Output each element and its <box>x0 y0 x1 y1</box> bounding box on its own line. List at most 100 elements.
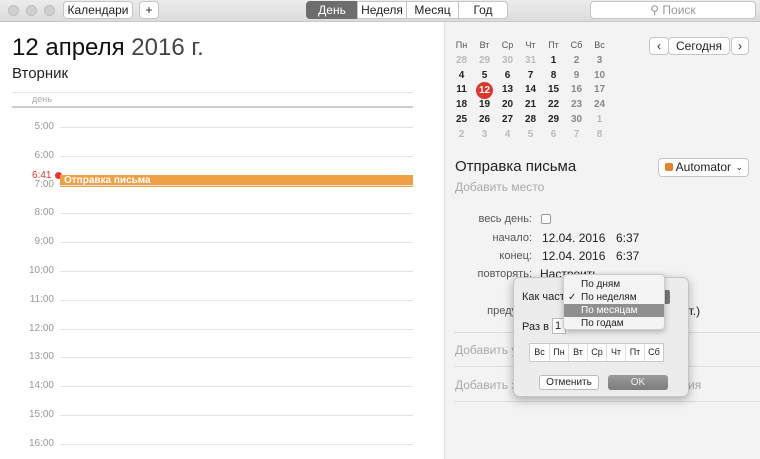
search-input[interactable]: ⚲ Поиск <box>590 1 756 19</box>
weekday-toggle[interactable]: Вс <box>530 344 549 361</box>
weekday-header: Пн <box>455 40 468 50</box>
calendar-day[interactable]: 29 <box>473 55 496 66</box>
hour-line <box>60 357 413 359</box>
calendar-day[interactable]: 27 <box>496 114 519 125</box>
hour-line <box>60 443 413 445</box>
prev-button[interactable]: ‹ <box>649 37 669 55</box>
menu-item[interactable]: По годам <box>564 317 664 330</box>
checkmark-icon: ✓ <box>568 292 577 303</box>
calendar-day[interactable]: 4 <box>450 70 473 81</box>
toolbar: Календари + День Неделя Месяц Год ⚲ Поис… <box>0 0 760 22</box>
calendar-day[interactable]: 30 <box>496 55 519 66</box>
add-event-button[interactable]: + <box>139 1 159 19</box>
weekday-toggle[interactable]: Чт <box>606 344 625 361</box>
calendar-day[interactable]: 30 <box>565 114 588 125</box>
allday-label: весь день: <box>478 213 532 225</box>
hour-label: 16:00 <box>28 437 54 449</box>
calendar-day[interactable]: 24 <box>588 99 611 110</box>
frequency-menu: По дням ✓ По неделям По месяцам По годам <box>563 274 665 330</box>
calendar-day[interactable]: 7 <box>519 70 542 81</box>
allday-checkbox[interactable] <box>541 214 551 224</box>
calendar-day[interactable]: 1 <box>542 55 565 66</box>
calendar-day[interactable]: 21 <box>519 99 542 110</box>
calendar-day[interactable]: 2 <box>450 129 473 140</box>
calendar-day[interactable]: 13 <box>496 84 519 95</box>
weekday-toggle[interactable]: Сб <box>644 344 663 361</box>
weekday-toggle[interactable]: Пн <box>549 344 568 361</box>
hour-line <box>60 213 413 215</box>
weekday: Вторник <box>12 65 69 82</box>
zoom-button[interactable] <box>44 5 55 16</box>
menu-item[interactable]: По дням <box>564 278 664 291</box>
calendar-day[interactable]: 20 <box>496 99 519 110</box>
add-notes[interactable]: Добавить з <box>455 378 517 392</box>
day-year: 2016 г. <box>131 34 204 61</box>
calendar-color-icon <box>665 163 673 171</box>
calendar-day[interactable]: 17 <box>588 84 611 95</box>
calendar-day[interactable]: 5 <box>473 70 496 81</box>
add-invitees[interactable]: Добавить у <box>455 343 517 357</box>
start-label: начало: <box>492 232 532 244</box>
event-title[interactable]: Отправка письма <box>455 158 576 175</box>
weekday-toggle[interactable]: Ср <box>587 344 606 361</box>
cancel-button[interactable]: Отменить <box>539 375 599 390</box>
calendar-day[interactable]: 14 <box>519 84 542 95</box>
calendar-day[interactable]: 2 <box>565 55 588 66</box>
calendar-day[interactable]: 1 <box>588 114 611 125</box>
hour-line <box>60 299 413 301</box>
tab-year[interactable]: Год <box>458 1 508 19</box>
hour-label: 13:00 <box>28 351 54 363</box>
end-time[interactable]: 6:37 <box>616 249 639 263</box>
every-label: Раз в <box>522 321 549 333</box>
calendar-day[interactable]: 3 <box>473 129 496 140</box>
calendar-day[interactable]: 18 <box>450 99 473 110</box>
minimize-button[interactable] <box>26 5 37 16</box>
weekday-toggle[interactable]: Пт <box>625 344 644 361</box>
tab-day[interactable]: День <box>306 1 358 19</box>
weekday-toggle[interactable]: Вт <box>568 344 587 361</box>
calendar-day[interactable]: 6 <box>542 129 565 140</box>
calendar-day[interactable]: 9 <box>565 70 588 81</box>
today-button[interactable]: Сегодня <box>668 37 730 55</box>
calendar-day[interactable]: 31 <box>519 55 542 66</box>
calendar-day[interactable]: 3 <box>588 55 611 66</box>
tab-month[interactable]: Месяц <box>406 1 459 19</box>
calendar-day[interactable]: 4 <box>496 129 519 140</box>
hour-label: 9:00 <box>34 236 54 248</box>
calendar-day[interactable]: 29 <box>542 114 565 125</box>
day-view: 12 апреля 2016 г. Вторник день 6:41 Отпр… <box>0 22 444 459</box>
weekday-header: Пт <box>548 40 559 50</box>
hour-line <box>60 184 413 186</box>
calendar-day[interactable]: 23 <box>565 99 588 110</box>
calendar-day[interactable]: 28 <box>519 114 542 125</box>
end-date[interactable]: 12.04. 2016 <box>542 249 605 263</box>
menu-item[interactable]: ✓ По неделям <box>564 291 664 304</box>
calendar-day[interactable]: 22 <box>542 99 565 110</box>
calendar-day[interactable]: 8 <box>542 70 565 81</box>
hour-line <box>60 415 413 416</box>
calendar-day[interactable]: 8 <box>588 129 611 140</box>
calendar-day[interactable]: 15 <box>542 84 565 95</box>
calendar-day[interactable]: 25 <box>450 114 473 125</box>
calendar-day[interactable]: 16 <box>565 84 588 95</box>
calendar-day[interactable]: 11 <box>450 84 473 95</box>
hour-line <box>60 328 413 330</box>
menu-item[interactable]: По месяцам <box>564 304 664 317</box>
location-input[interactable]: Добавить место <box>455 180 544 194</box>
calendar-day[interactable]: 10 <box>588 70 611 81</box>
search-icon: ⚲ <box>650 3 663 17</box>
next-button[interactable]: › <box>731 37 749 55</box>
calendar-select[interactable]: Automator ⌄ <box>658 158 749 177</box>
ok-button[interactable]: OK <box>608 375 668 390</box>
calendar-day[interactable]: 26 <box>473 114 496 125</box>
close-button[interactable] <box>8 5 19 16</box>
calendar-day[interactable]: 7 <box>565 129 588 140</box>
start-date[interactable]: 12.04. 2016 <box>542 231 605 245</box>
calendar-day[interactable]: 28 <box>450 55 473 66</box>
tab-week[interactable]: Неделя <box>357 1 407 19</box>
start-time[interactable]: 6:37 <box>616 231 639 245</box>
calendars-button[interactable]: Календари <box>63 1 133 19</box>
calendar-day[interactable]: 19 <box>473 99 496 110</box>
calendar-day[interactable]: 6 <box>496 70 519 81</box>
calendar-day[interactable]: 5 <box>519 129 542 140</box>
